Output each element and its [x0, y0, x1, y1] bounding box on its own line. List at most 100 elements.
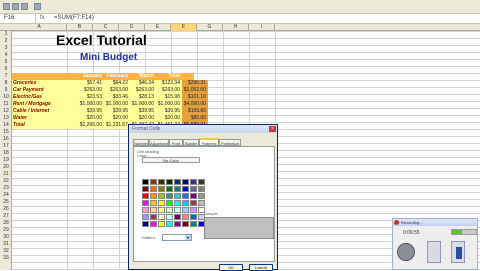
stop-button[interactable] [451, 241, 465, 263]
table-cell[interactable]: $1,000.00 [104, 101, 130, 108]
column-header-cell[interactable]: February [104, 73, 130, 80]
color-swatch[interactable] [174, 179, 181, 185]
row-header-27[interactable]: 27 [0, 213, 12, 220]
row-label[interactable]: Electric/Gas [12, 94, 78, 101]
tab-font[interactable]: Font [169, 139, 183, 146]
table-cell[interactable]: $39.95 [130, 108, 156, 115]
row-header-25[interactable]: 25 [0, 199, 12, 206]
color-swatch[interactable] [166, 221, 173, 227]
color-swatch[interactable] [166, 200, 173, 206]
table-cell[interactable]: $1,000.00 [130, 101, 156, 108]
webcam-icon[interactable] [397, 243, 415, 261]
row-label[interactable]: Water [12, 115, 78, 122]
table-cell[interactable]: $33.46 [104, 94, 130, 101]
color-swatch[interactable] [174, 200, 181, 206]
color-swatch[interactable] [174, 221, 181, 227]
color-swatch[interactable] [198, 186, 205, 192]
row-header-31[interactable]: 31 [0, 241, 12, 248]
color-swatch[interactable] [150, 179, 157, 185]
table-cell[interactable]: $122.34 [156, 80, 182, 87]
row-header-17[interactable]: 17 [0, 143, 12, 150]
color-swatch[interactable] [150, 200, 157, 206]
column-header-e[interactable]: E [145, 24, 171, 31]
color-swatch[interactable] [174, 214, 181, 220]
row-header-11[interactable]: 11 [0, 101, 12, 108]
table-cell[interactable]: $39.95 [104, 108, 130, 115]
color-swatch[interactable] [158, 214, 165, 220]
row-header-6[interactable]: 6 [0, 66, 12, 73]
table-cell[interactable]: $4,000.00 [182, 101, 208, 108]
column-header-g[interactable]: G [197, 24, 223, 31]
fx-icon[interactable]: fx [40, 14, 45, 23]
open-icon[interactable] [12, 3, 19, 10]
row-header-5[interactable]: 5 [0, 59, 12, 66]
column-header-b[interactable]: B [67, 24, 93, 31]
color-swatch[interactable] [190, 221, 197, 227]
row-header-24[interactable]: 24 [0, 192, 12, 199]
row-header-15[interactable]: 15 [0, 129, 12, 136]
row-header-19[interactable]: 19 [0, 157, 12, 164]
pause-button[interactable] [427, 241, 441, 263]
color-swatch[interactable] [198, 193, 205, 199]
color-swatch[interactable] [190, 193, 197, 199]
row-label[interactable]: Groceries [12, 80, 78, 87]
sheet-subtitle[interactable]: Mini Budget [80, 52, 137, 63]
table-cell[interactable]: $263.00 [130, 87, 156, 94]
table-cell[interactable]: $1,231.67 [104, 122, 130, 129]
row-header-30[interactable]: 30 [0, 234, 12, 241]
color-swatch[interactable] [158, 179, 165, 185]
column-header-c[interactable]: C [93, 24, 119, 31]
color-swatch[interactable] [142, 200, 149, 206]
table-cell[interactable]: $57.41 [78, 80, 104, 87]
color-swatch[interactable] [158, 200, 165, 206]
close-icon[interactable]: × [269, 126, 276, 132]
row-header-26[interactable]: 26 [0, 206, 12, 213]
table-cell[interactable]: $290.31 [182, 80, 208, 87]
table-cell[interactable]: $80.00 [182, 115, 208, 122]
column-header-cell[interactable]: Total [156, 73, 182, 80]
color-swatch[interactable] [174, 186, 181, 192]
color-swatch[interactable] [158, 207, 165, 213]
color-swatch[interactable] [142, 186, 149, 192]
row-header-8[interactable]: 8 [0, 80, 12, 87]
table-cell[interactable]: $159.80 [182, 108, 208, 115]
table-cell[interactable]: $20.00 [130, 115, 156, 122]
table-cell[interactable]: $101.10 [182, 94, 208, 101]
color-swatch[interactable] [182, 186, 189, 192]
color-swatch[interactable] [182, 214, 189, 220]
color-swatch[interactable] [142, 207, 149, 213]
table-cell[interactable]: $20.00 [104, 115, 130, 122]
formula-input[interactable]: =SUM(F7:F14) [54, 14, 94, 23]
row-label[interactable]: Total [12, 122, 78, 129]
color-swatch[interactable] [182, 221, 189, 227]
color-swatch[interactable] [182, 200, 189, 206]
color-swatch[interactable] [190, 214, 197, 220]
chevron-down-icon[interactable]: ▾ [185, 235, 191, 240]
row-header-7[interactable]: 7 [0, 73, 12, 80]
table-cell[interactable]: $20.00 [78, 115, 104, 122]
row-header-10[interactable]: 10 [0, 94, 12, 101]
color-swatch[interactable] [182, 193, 189, 199]
name-box[interactable]: F16 [2, 14, 36, 23]
row-header-14[interactable]: 14 [0, 122, 12, 129]
color-swatch[interactable] [150, 214, 157, 220]
color-swatch[interactable] [166, 186, 173, 192]
table-cell[interactable]: $64.22 [104, 80, 130, 87]
column-header-cell[interactable]: March [130, 73, 156, 80]
row-header-32[interactable]: 32 [0, 248, 12, 255]
row-header-22[interactable]: 22 [0, 178, 12, 185]
row-header-23[interactable]: 23 [0, 185, 12, 192]
column-header-i[interactable]: I [249, 24, 275, 31]
color-swatch[interactable] [166, 207, 173, 213]
color-swatch[interactable] [150, 221, 157, 227]
row-header-12[interactable]: 12 [0, 108, 12, 115]
row-label[interactable]: Cable / Internet [12, 108, 78, 115]
color-swatch[interactable] [150, 186, 157, 192]
color-swatch[interactable] [158, 193, 165, 199]
row-header-9[interactable]: 9 [0, 87, 12, 94]
color-swatch[interactable] [198, 179, 205, 185]
tab-patterns[interactable]: Patterns [199, 138, 219, 146]
color-swatch[interactable] [142, 214, 149, 220]
save-icon[interactable] [21, 3, 28, 10]
row-header-29[interactable]: 29 [0, 227, 12, 234]
